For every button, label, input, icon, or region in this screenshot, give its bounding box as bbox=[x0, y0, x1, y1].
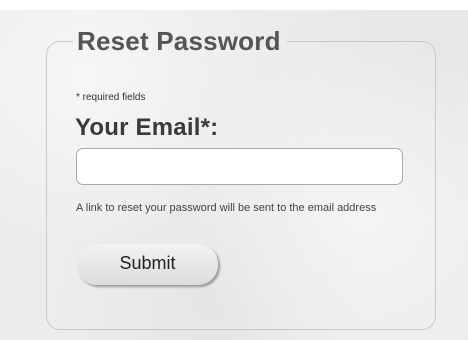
email-label: Your Email*: bbox=[75, 114, 219, 141]
submit-button[interactable]: Submit bbox=[77, 244, 218, 285]
form-title: Reset Password bbox=[77, 26, 281, 56]
email-input[interactable] bbox=[76, 148, 403, 185]
required-fields-note: * required fields bbox=[76, 92, 146, 103]
reset-help-text: A link to reset your password will be se… bbox=[76, 202, 377, 214]
top-strip bbox=[0, 0, 468, 10]
